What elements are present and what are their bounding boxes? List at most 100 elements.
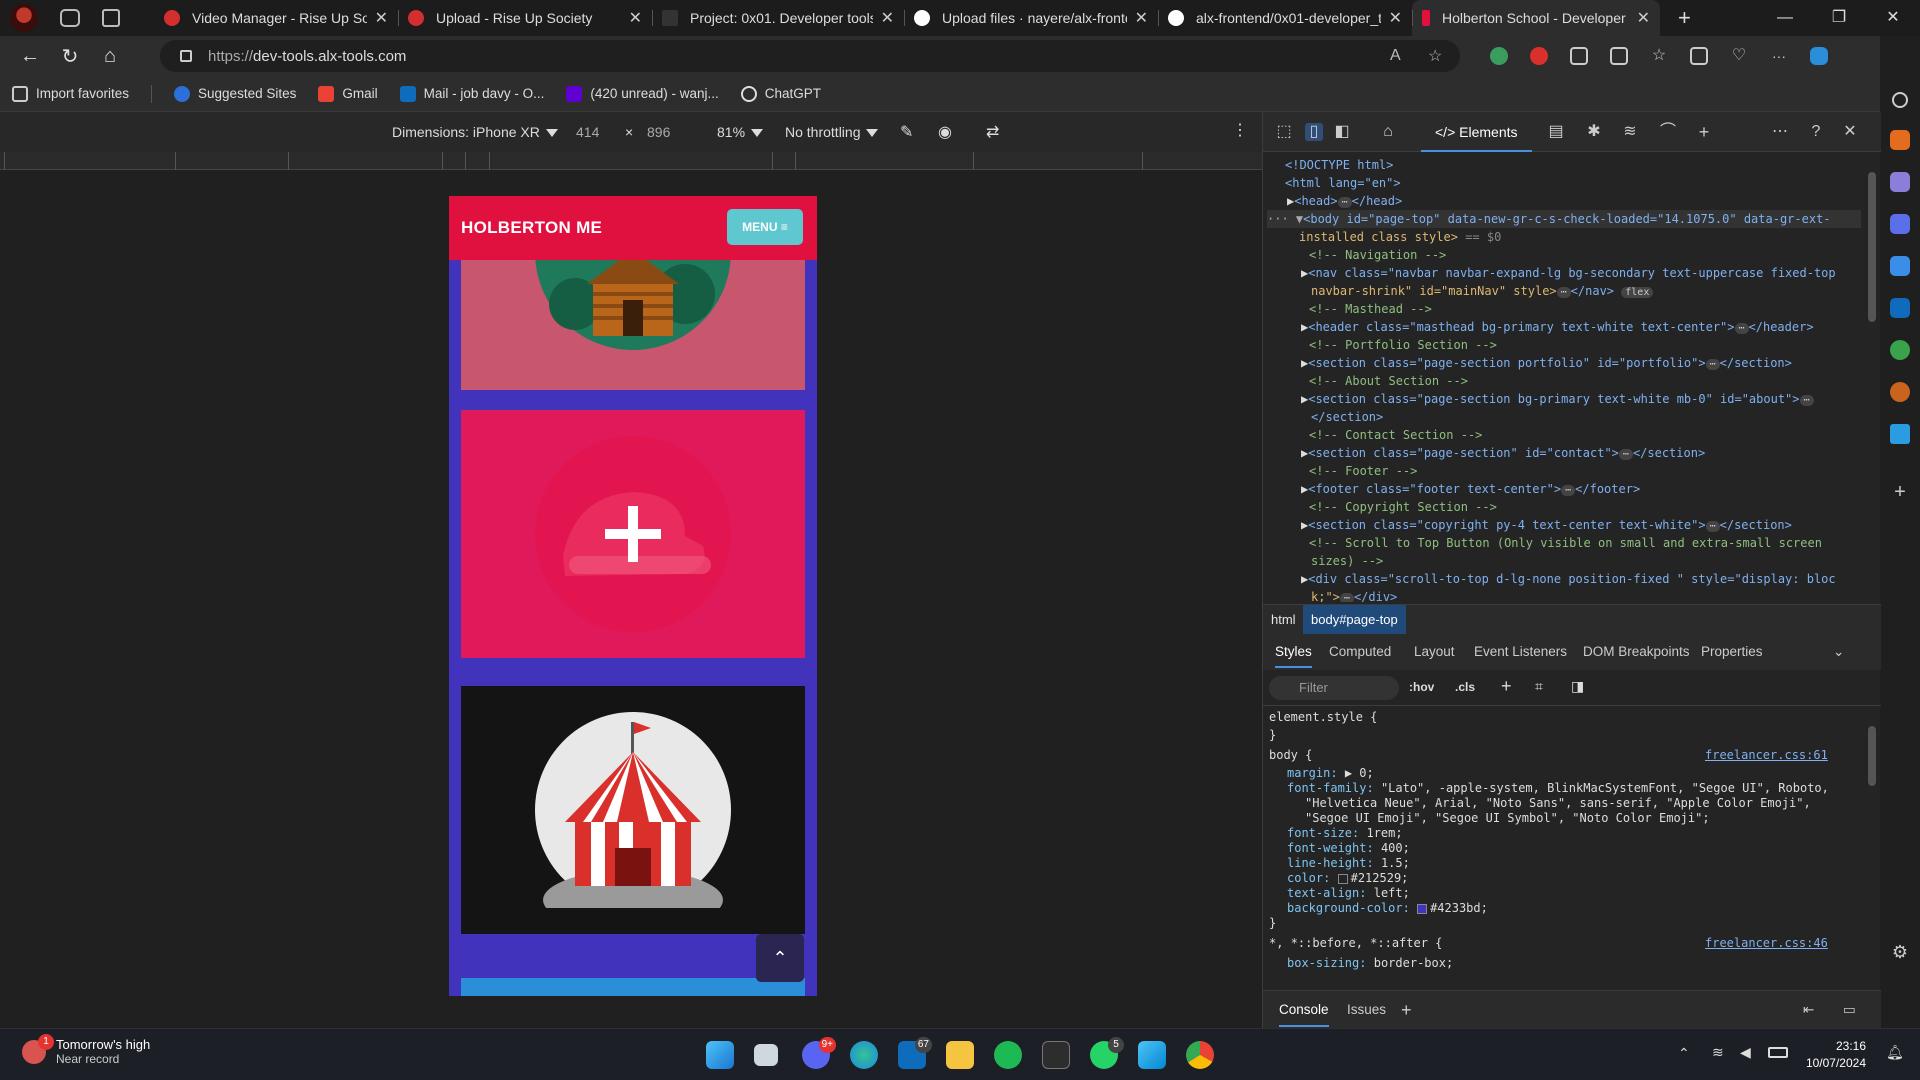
ellipsis-badge[interactable]: ⋯ [1799, 395, 1814, 406]
universal-rule-selector[interactable]: *, *::before, *::after { [1269, 936, 1442, 952]
universal-rule-source[interactable]: freelancer.css:46 [1705, 936, 1828, 952]
restore-button[interactable]: ❐ [1812, 0, 1866, 36]
color-swatch[interactable] [1337, 873, 1348, 884]
shopping-icon[interactable] [1890, 130, 1910, 150]
ellipsis-badge[interactable]: ⋯ [1339, 593, 1354, 602]
height-field[interactable]: 896 [647, 124, 670, 140]
dom-head[interactable]: ▶<head> ⋯ </head> [1287, 192, 1402, 212]
dom-comment[interactable]: <!-- Scroll to Top Button (Only visible … [1309, 534, 1822, 552]
more-tools-plus-icon[interactable]: + [1695, 123, 1713, 141]
dom-nav[interactable]: ▶<nav class="navbar navbar-expand-lg bg-… [1301, 264, 1836, 282]
battery-icon[interactable] [1768, 1047, 1788, 1058]
workspaces-icon[interactable] [60, 9, 80, 27]
address-bar[interactable]: https://dev-tools.alx-tools.com A ☆ [160, 40, 1460, 72]
search-icon[interactable] [1892, 92, 1908, 108]
portfolio-item-cabin[interactable] [461, 250, 805, 390]
dock-icon[interactable]: ◧ [1333, 123, 1351, 141]
styles-pane[interactable]: element.style { } body { freelancer.css:… [1263, 706, 1863, 996]
portfolio-item-next[interactable] [461, 978, 805, 996]
ellipsis-badge[interactable]: ⋯ [1337, 197, 1352, 208]
outlook-taskbar-icon[interactable]: 67 [898, 1037, 932, 1069]
favorites-icon[interactable]: ☆ [1650, 47, 1668, 65]
styles-scrollbar[interactable] [1868, 726, 1876, 786]
tab-issues[interactable]: Issues [1347, 991, 1386, 1029]
dom-section-contact[interactable]: ▶<section class="page-section" id="conta… [1301, 444, 1705, 464]
close-tab-icon[interactable]: ✕ [1389, 8, 1402, 28]
close-devtools-icon[interactable]: ✕ [1841, 123, 1859, 141]
decl-font-weight[interactable]: font-weight: 400; [1287, 841, 1410, 857]
bookmark-yahoo[interactable]: (420 unread) - wanj... [566, 85, 719, 102]
menu-button[interactable]: MENU ≡ [727, 209, 803, 245]
decl-margin[interactable]: margin: ▶ 0; [1287, 766, 1374, 782]
zoom-select[interactable]: 81% [717, 124, 764, 140]
help-icon[interactable]: ? [1807, 123, 1825, 141]
adblock-plus-icon[interactable] [1530, 47, 1548, 65]
dom-tree[interactable]: <!DOCTYPE html> <html lang="en"> ▶<head>… [1263, 152, 1863, 602]
tab-holberton-active[interactable]: Holberton School - Developer ✕ [1412, 0, 1660, 36]
dom-div-cont[interactable]: k;"> ⋯ </div> [1311, 588, 1397, 602]
dom-body-cont[interactable]: installed class style> == $0 [1299, 228, 1501, 246]
device-select[interactable]: Dimensions: iPhone XR [392, 124, 558, 140]
task-view-icon[interactable] [754, 1044, 778, 1066]
tab-event-listeners[interactable]: Event Listeners [1474, 634, 1567, 670]
close-tab-icon[interactable]: ✕ [1637, 8, 1650, 28]
tree-icon[interactable] [1890, 340, 1910, 360]
dom-header[interactable]: ▶<header class="masthead bg-primary text… [1301, 318, 1814, 338]
decl-line-height[interactable]: line-height: 1.5; [1287, 856, 1410, 872]
add-drawer-tab-icon[interactable]: + [1401, 991, 1412, 1029]
tab-video-manager[interactable]: Video Manager - Rise Up Society ✕ [154, 0, 398, 36]
element-style-rule[interactable]: element.style { [1269, 710, 1377, 726]
body-rule-source[interactable]: freelancer.css:61 [1705, 748, 1828, 764]
flex-badge[interactable]: flex [1621, 287, 1654, 298]
minimize-button[interactable]: — [1758, 0, 1812, 36]
devtools-more-icon[interactable]: ⋯ [1771, 123, 1789, 141]
dom-comment[interactable]: sizes) --> [1311, 552, 1383, 570]
dom-comment[interactable]: <!-- Copyright Section --> [1309, 498, 1497, 516]
add-sidebar-app-icon[interactable]: + [1890, 482, 1910, 502]
tab-computed[interactable]: Computed [1329, 634, 1391, 670]
dom-comment[interactable]: <!-- Masthead --> [1309, 300, 1432, 318]
tray-chevron-up-icon[interactable]: ⌃ [1678, 1045, 1690, 1062]
extensions-puzzle-icon[interactable] [1570, 47, 1588, 65]
media-query-ruler[interactable] [0, 152, 1262, 170]
dom-doctype[interactable]: <!DOCTYPE html> [1285, 156, 1393, 174]
undock-drawer-icon[interactable]: ⇤ [1803, 991, 1814, 1029]
split-screen-icon[interactable] [1610, 47, 1628, 65]
bookmark-import-favorites[interactable]: Import favorites [12, 85, 129, 102]
read-aloud-icon[interactable]: A [1390, 47, 1401, 65]
close-window-button[interactable]: ✕ [1866, 0, 1920, 36]
dom-comment[interactable]: <!-- Footer --> [1309, 462, 1417, 480]
emulated-page[interactable]: HOLBERTON ME MENU ≡ ⌃ [449, 196, 817, 996]
decl-font-size[interactable]: font-size: 1rem; [1287, 826, 1403, 842]
site-brand[interactable]: HOLBERTON ME [461, 218, 602, 238]
new-rule-plus-icon[interactable]: + [1501, 676, 1512, 697]
ellipsis-badge[interactable]: ⋯ [1734, 323, 1749, 334]
more-menu-icon[interactable]: ··· [1770, 47, 1788, 65]
photos-icon[interactable] [1138, 1041, 1166, 1069]
terminal-icon[interactable] [1042, 1041, 1070, 1069]
close-tab-icon[interactable]: ✕ [1135, 8, 1148, 28]
dom-comment[interactable]: <!-- Portfolio Section --> [1309, 336, 1497, 354]
source-link[interactable]: freelancer.css:46 [1705, 936, 1828, 950]
styles-filter-input[interactable]: Filter [1269, 676, 1399, 700]
games-icon[interactable] [1890, 214, 1910, 234]
dom-comment[interactable]: <!-- Contact Section --> [1309, 426, 1482, 444]
browser-essentials-icon[interactable]: ♡ [1730, 47, 1748, 65]
breadcrumb-body[interactable]: body#page-top [1303, 605, 1406, 635]
eyedropper-icon[interactable]: ✎ [900, 122, 913, 142]
portfolio-item-cake[interactable] [461, 410, 805, 658]
dom-section-copyright[interactable]: ▶<section class="copyright py-4 text-cen… [1301, 516, 1792, 536]
weather-widget[interactable]: 1 Tomorrow's high Near record [22, 1033, 150, 1066]
scroll-to-top-button[interactable]: ⌃ [756, 934, 804, 982]
system-clock[interactable]: 23:16 10/07/2024 [1806, 1038, 1866, 1072]
inspect-element-icon[interactable]: ⬚ [1275, 123, 1293, 141]
lock-icon[interactable] [180, 50, 192, 62]
tab-styles[interactable]: Styles [1275, 634, 1312, 668]
dom-div-scroll[interactable]: ▶<div class="scroll-to-top d-lg-none pos… [1301, 570, 1836, 588]
decl-font-family[interactable]: font-family: "Lato", -apple-system, Blin… [1287, 781, 1829, 797]
ellipsis-badge[interactable]: ⋯ [1556, 287, 1571, 298]
cls-toggle[interactable]: .cls [1455, 680, 1475, 694]
dom-html[interactable]: <html lang="en"> [1285, 174, 1401, 192]
vertical-tabs-icon[interactable] [102, 9, 120, 27]
dom-comment[interactable]: <!-- Navigation --> [1309, 246, 1446, 264]
